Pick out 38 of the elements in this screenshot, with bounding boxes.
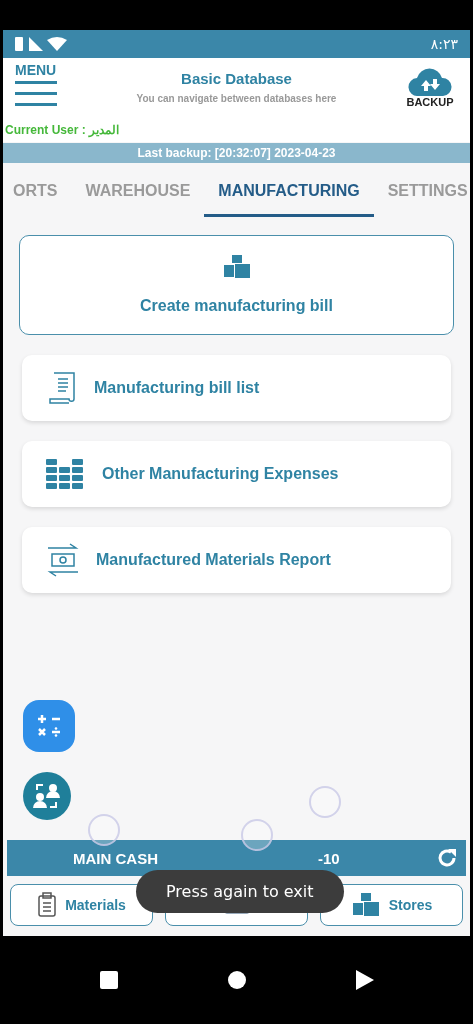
last-backup-bar: Last backup: [20:32:07] 2023-04-23 (3, 143, 470, 163)
cash-label: MAIN CASH (73, 849, 158, 867)
clipboard-icon (37, 892, 58, 918)
menu-label: MENU (15, 62, 57, 78)
menu-icon[interactable] (15, 78, 57, 108)
scroll-icon (46, 371, 78, 405)
database-title[interactable]: Basic Database (181, 70, 292, 87)
exchange-icon (46, 542, 80, 578)
tab[interactable]: SETTINGS (373, 163, 473, 217)
tab[interactable]: WAREHOUSE (71, 163, 205, 217)
tab[interactable]: ORTS (0, 163, 72, 217)
bottom-nav-button[interactable]: Materials (10, 884, 153, 926)
cloud-icon (408, 68, 452, 96)
touch-indicator (309, 786, 341, 818)
menu-row[interactable]: Manufacturing bill list (22, 355, 451, 421)
exit-toast: Press again to exit (136, 870, 344, 913)
action-card[interactable]: Create manufacturing bill (19, 235, 454, 335)
calculator-button[interactable] (23, 700, 75, 752)
current-user: Current User : المدير (5, 123, 120, 137)
refresh-icon[interactable] (436, 847, 458, 869)
boxes-icon (221, 255, 252, 279)
backup-button[interactable]: BACKUP (390, 62, 470, 120)
bars-icon (46, 457, 86, 491)
touch-indicator (241, 819, 273, 851)
database-subtitle: You can navigate between databases here (136, 93, 337, 104)
cash-value: -10 (318, 849, 341, 867)
calculator-icon (35, 712, 63, 740)
back-icon[interactable] (355, 970, 374, 990)
recents-icon[interactable] (99, 971, 118, 989)
clock-time: ٨:٢٣ (430, 36, 458, 52)
bottom-nav-button[interactable]: Stores (320, 884, 463, 926)
home-icon[interactable] (227, 971, 246, 989)
menu-row[interactable]: Manufactured Materials Report (22, 527, 451, 593)
tab[interactable]: MANUFACTURING (204, 163, 374, 217)
switch-user-button[interactable] (23, 772, 71, 820)
boxes-icon (350, 893, 381, 917)
touch-indicator (88, 814, 120, 846)
menu-row[interactable]: Other Manufacturing Expenses (22, 441, 451, 507)
